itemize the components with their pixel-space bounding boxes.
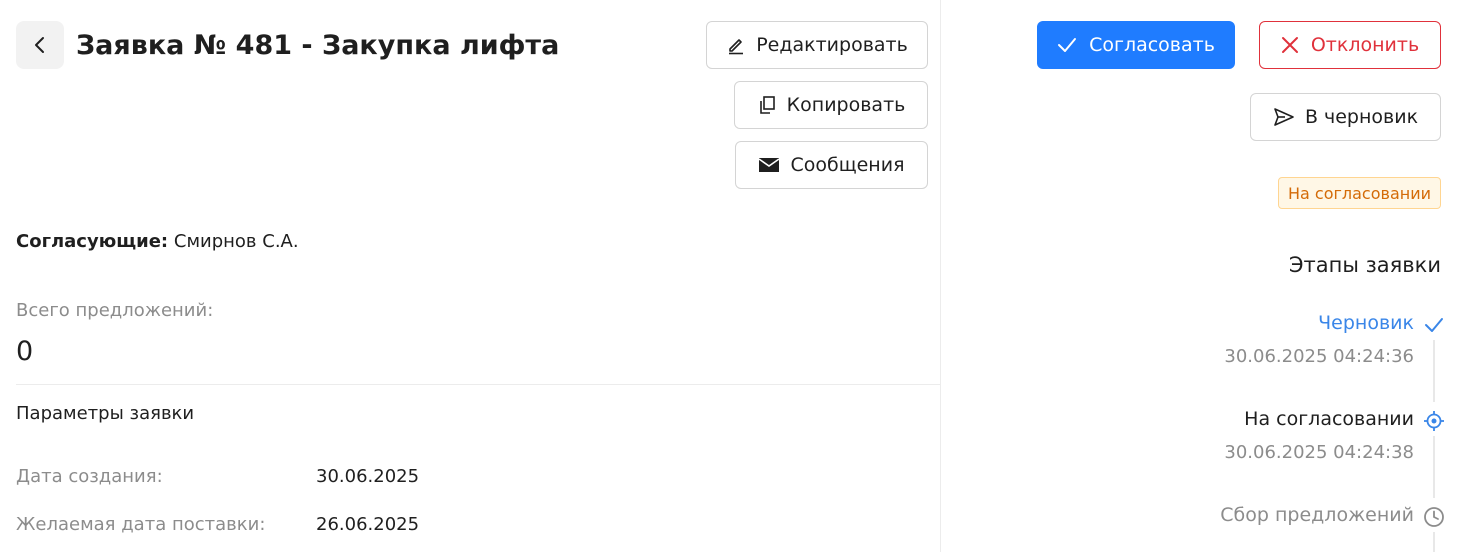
params-title: Параметры заявки: [16, 403, 195, 424]
check-icon: [1058, 38, 1077, 52]
approve-button[interactable]: Согласовать: [1037, 21, 1235, 69]
section-divider: [16, 384, 940, 385]
param-value-delivery: 26.06.2025: [316, 514, 420, 535]
edit-button[interactable]: Редактировать: [706, 21, 928, 69]
copy-icon: [759, 96, 775, 114]
clock-icon: [1422, 505, 1446, 529]
approvers-value: Смирнов С.А.: [173, 231, 299, 252]
stage-name-proposals: Сбор предложений: [1220, 504, 1414, 526]
approvers-label: Согласующие:: [16, 231, 169, 252]
status-badge: На согласовании: [1278, 177, 1441, 209]
stage-name-draft: Черновик: [1318, 312, 1414, 334]
chevron-left-icon: [35, 37, 44, 53]
target-icon: [1422, 409, 1446, 433]
timeline-connector: [1433, 436, 1435, 498]
total-proposals-value: 0: [16, 336, 34, 367]
close-icon: [1281, 37, 1298, 53]
messages-button-label: Сообщения: [790, 154, 905, 176]
timeline-connector: [1433, 532, 1435, 552]
param-value-created: 30.06.2025: [316, 466, 420, 487]
edit-button-label: Редактировать: [756, 34, 908, 56]
to-draft-button-label: В черновик: [1304, 106, 1419, 128]
column-divider: [940, 0, 941, 552]
approve-button-label: Согласовать: [1089, 34, 1215, 56]
copy-button-label: Копировать: [786, 94, 906, 116]
pencil-icon: [729, 39, 744, 55]
reject-button-label: Отклонить: [1310, 34, 1420, 56]
stage-name-approval: На согласовании: [1244, 408, 1414, 430]
check-icon: [1422, 313, 1446, 337]
approvers-line: Согласующие: Смирнов С.А.: [16, 231, 299, 252]
copy-button[interactable]: Копировать: [734, 81, 928, 129]
stage-date-draft: 30.06.2025 04:24:36: [1224, 346, 1414, 367]
mail-icon: [759, 158, 780, 172]
reject-button[interactable]: Отклонить: [1259, 21, 1441, 69]
param-label-created: Дата создания:: [16, 466, 163, 487]
stage-date-approval: 30.06.2025 04:24:38: [1224, 442, 1414, 463]
send-icon: [1274, 108, 1294, 126]
back-button[interactable]: [16, 21, 64, 69]
page-title: Заявка № 481 - Закупка лифта: [76, 30, 560, 61]
to-draft-button[interactable]: В черновик: [1250, 93, 1441, 141]
param-label-delivery: Желаемая дата поставки:: [16, 514, 266, 535]
messages-button[interactable]: Сообщения: [735, 141, 928, 189]
stages-title: Этапы заявки: [1288, 253, 1441, 277]
timeline-connector: [1433, 340, 1435, 402]
total-proposals-label: Всего предложений:: [16, 300, 214, 321]
